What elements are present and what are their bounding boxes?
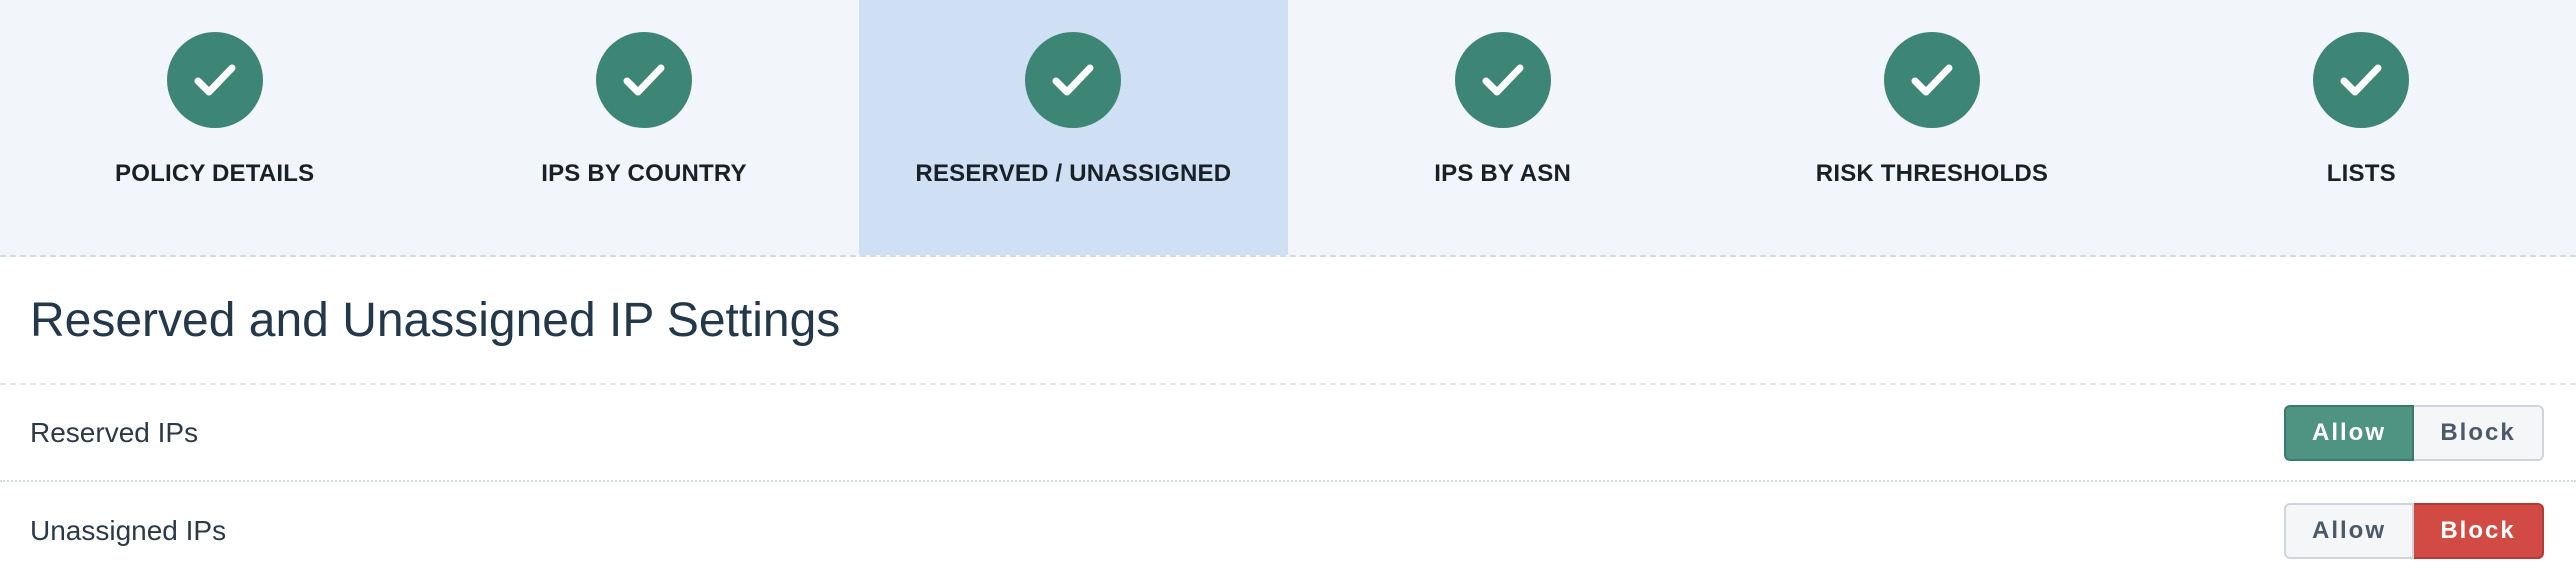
check-icon: [1482, 64, 1524, 96]
allow-button[interactable]: Allow: [2284, 404, 2414, 461]
policy-stepper: POLICY DETAILS IPS BY COUNTRY RESERVED /…: [0, 0, 2576, 257]
step-complete-badge: [2313, 32, 2410, 128]
step-label: RESERVED / UNASSIGNED: [915, 160, 1232, 187]
check-icon: [1911, 64, 1953, 96]
setting-label: Reserved IPs: [30, 416, 199, 448]
check-icon: [623, 64, 665, 96]
step-complete-badge: [166, 32, 263, 128]
step-policy-details[interactable]: POLICY DETAILS: [0, 0, 429, 255]
setting-row-reserved-ips: Reserved IPs Allow Block: [0, 385, 2576, 482]
step-label: POLICY DETAILS: [115, 160, 315, 187]
block-button[interactable]: Block: [2414, 404, 2544, 461]
block-button[interactable]: Block: [2414, 502, 2544, 559]
allow-block-toggle: Allow Block: [2284, 404, 2544, 461]
step-label: IPS BY COUNTRY: [541, 160, 747, 187]
step-lists[interactable]: LISTS: [2147, 0, 2576, 255]
check-icon: [194, 64, 236, 96]
setting-label: Unassigned IPs: [30, 514, 227, 546]
step-ips-by-asn[interactable]: IPS BY ASN: [1288, 0, 1717, 255]
step-label: RISK THRESHOLDS: [1815, 160, 2049, 187]
page-title: Reserved and Unassigned IP Settings: [0, 257, 2576, 385]
step-ips-by-country[interactable]: IPS BY COUNTRY: [429, 0, 858, 255]
step-reserved-unassigned[interactable]: RESERVED / UNASSIGNED: [858, 0, 1288, 255]
step-complete-badge: [1883, 32, 1980, 128]
check-icon: [2340, 64, 2382, 96]
allow-block-toggle: Allow Block: [2284, 502, 2544, 559]
check-icon: [1052, 64, 1094, 96]
step-complete-badge: [1025, 32, 1122, 128]
step-label: LISTS: [2326, 160, 2396, 187]
step-complete-badge: [595, 32, 692, 128]
allow-button[interactable]: Allow: [2284, 502, 2414, 559]
step-label: IPS BY ASN: [1434, 160, 1571, 187]
step-complete-badge: [1454, 32, 1551, 128]
setting-row-unassigned-ips: Unassigned IPs Allow Block: [0, 482, 2576, 579]
step-risk-thresholds[interactable]: RISK THRESHOLDS: [1717, 0, 2146, 255]
